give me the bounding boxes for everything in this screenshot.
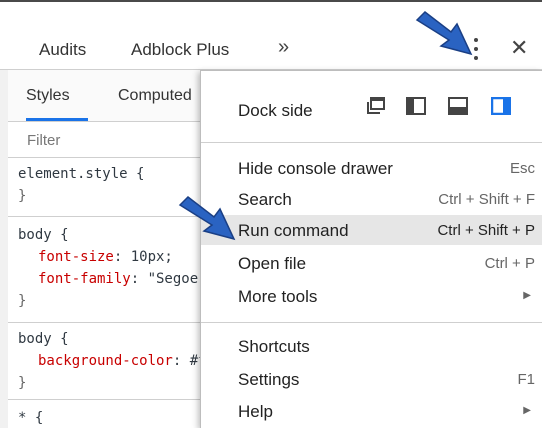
- more-tabs-button[interactable]: »: [278, 36, 289, 59]
- close-devtools-button[interactable]: ✕: [510, 35, 528, 61]
- tab-audits[interactable]: Audits: [39, 40, 86, 60]
- rule-close-brace: }: [18, 293, 27, 309]
- menu-separator: [201, 322, 542, 323]
- menu-item-open-file[interactable]: Open file Ctrl + P: [201, 248, 542, 278]
- menu-item-search[interactable]: Search Ctrl + Shift + F: [201, 184, 542, 214]
- tab-styles[interactable]: Styles: [26, 87, 70, 105]
- dock-side-row: Dock side: [201, 71, 542, 143]
- rule-selector: body {: [18, 227, 69, 243]
- menu-item-label: Help: [238, 402, 273, 421]
- menu-item-shortcut: Ctrl + Shift + F: [438, 191, 535, 208]
- menu-item-label: More tools: [238, 287, 318, 306]
- annotation-arrow-icon: [415, 11, 473, 56]
- property-name: font-size: [38, 249, 114, 265]
- filter-placeholder: Filter: [27, 132, 61, 149]
- css-rule-body-background[interactable]: body { background-color: #fff; }: [8, 323, 208, 400]
- menu-item-label: Settings: [238, 370, 300, 389]
- menu-item-label: Open file: [238, 254, 307, 273]
- menu-item-label: Run command: [238, 221, 349, 240]
- css-declaration-background-color[interactable]: background-color: #fff;: [38, 353, 208, 369]
- menu-item-shortcuts[interactable]: Shortcuts: [201, 331, 542, 361]
- css-rule-universal[interactable]: * {: [8, 400, 208, 428]
- property-value: : 10px;: [113, 249, 173, 265]
- tab-adblock-plus[interactable]: Adblock Plus: [131, 40, 229, 60]
- submenu-arrow-icon: ▶: [523, 290, 531, 301]
- property-name: background-color: [38, 353, 173, 369]
- rule-close-brace: }: [18, 375, 27, 391]
- rule-selector: * {: [18, 410, 44, 426]
- customize-devtools-menu: Dock side Hide console drawer Esc Search…: [200, 70, 542, 428]
- styles-pane: Styles Computed Filter element.style { }…: [0, 70, 208, 428]
- dock-bottom-icon[interactable]: [448, 97, 468, 115]
- menu-item-shortcut: Ctrl + P: [484, 255, 535, 272]
- menu-item-label: Hide console drawer: [238, 159, 393, 178]
- menu-item-shortcut: Ctrl + Shift + P: [437, 222, 535, 239]
- rule-selector: body {: [18, 331, 69, 347]
- active-tab-indicator: [26, 118, 88, 121]
- menu-item-run-command[interactable]: Run command Ctrl + Shift + P: [201, 215, 542, 245]
- dock-side-label: Dock side: [238, 101, 313, 120]
- css-declaration-font-family[interactable]: font-family: "Segoe UI";: [38, 271, 208, 287]
- menu-item-label: Search: [238, 190, 292, 209]
- property-value: : "Segoe UI";: [130, 271, 208, 287]
- undock-icon[interactable]: [366, 97, 386, 115]
- menu-item-more-tools[interactable]: More tools ▶: [201, 281, 542, 311]
- dock-left-icon[interactable]: [406, 97, 426, 115]
- tab-computed[interactable]: Computed: [118, 87, 192, 105]
- menu-item-label: Shortcuts: [238, 337, 310, 356]
- menu-item-hide-console-drawer[interactable]: Hide console drawer Esc: [201, 153, 542, 183]
- dock-right-icon[interactable]: [491, 97, 511, 115]
- property-name: font-family: [38, 271, 131, 287]
- styles-subtab-bar: Styles Computed: [8, 70, 208, 122]
- menu-item-shortcut: F1: [517, 371, 535, 388]
- submenu-arrow-icon: ▶: [523, 405, 531, 416]
- menu-item-help[interactable]: Help ▶: [201, 396, 542, 426]
- menu-item-settings[interactable]: Settings F1: [201, 364, 542, 394]
- rule-close-brace: }: [18, 188, 27, 204]
- rule-selector: element.style {: [18, 166, 145, 182]
- css-declaration-font-size[interactable]: font-size: 10px;: [38, 249, 173, 265]
- menu-item-shortcut: Esc: [509, 160, 535, 177]
- annotation-arrow-icon: [178, 196, 236, 241]
- styles-filter-input[interactable]: Filter: [8, 122, 208, 158]
